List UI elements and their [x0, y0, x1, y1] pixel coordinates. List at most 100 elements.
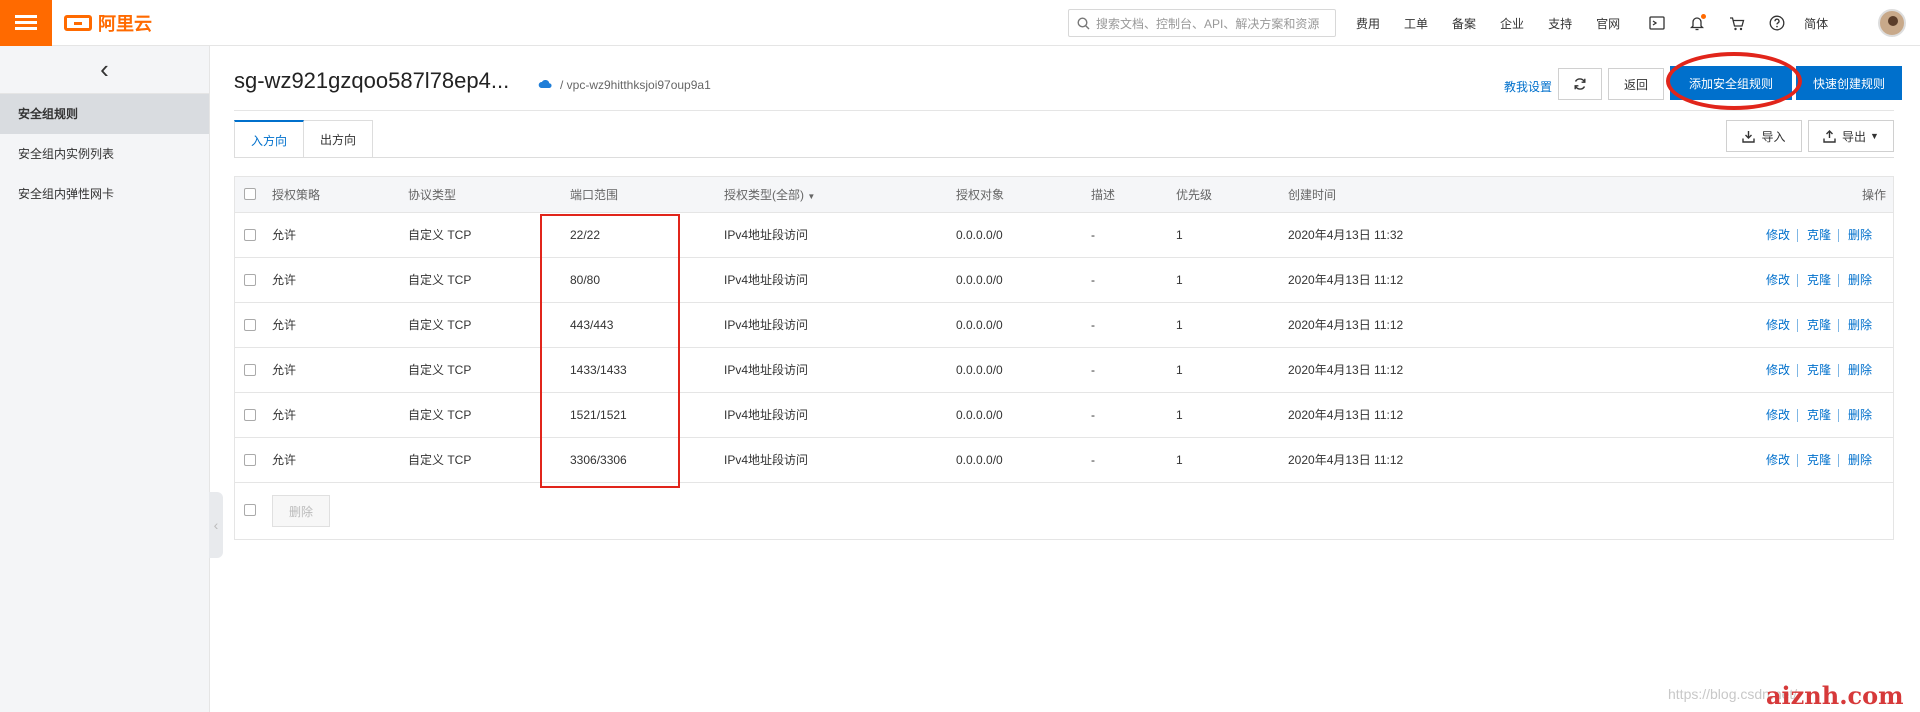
delete-rule-link[interactable]: 删除	[1848, 438, 1872, 483]
row-checkbox[interactable]	[244, 274, 256, 286]
action-separator	[1797, 319, 1798, 332]
aliyun-logo-icon	[64, 15, 92, 31]
row-checkbox[interactable]	[244, 319, 256, 331]
row-checkbox[interactable]	[244, 409, 256, 421]
action-separator	[1797, 454, 1798, 467]
sidebar-collapse-handle[interactable]: ‹	[209, 492, 223, 558]
language-switch[interactable]: 简体	[1804, 15, 1828, 32]
security-group-id: sg-wz921gzqoo587l78ep4...	[234, 68, 510, 93]
vpc-id[interactable]: / vpc-wz9hitthksjoi97oup9a1	[560, 78, 711, 92]
logo-text: 阿里云	[98, 14, 152, 34]
cell-created: 2020年4月13日 11:12	[1288, 273, 1404, 287]
aliyun-logo[interactable]: 阿里云	[64, 10, 152, 36]
row-checkbox[interactable]	[244, 454, 256, 466]
export-button[interactable]: 导出 ▼	[1808, 120, 1894, 152]
teach-setup-link[interactable]: 教我设置	[1504, 78, 1552, 95]
sidebar-item-sg-instances[interactable]: 安全组内实例列表	[0, 134, 209, 174]
row-checkbox[interactable]	[244, 364, 256, 376]
col-auth-object: 授权对象	[956, 188, 1005, 202]
row-checkbox[interactable]	[244, 229, 256, 241]
cell-policy: 允许	[272, 363, 297, 377]
cart-icon[interactable]	[1724, 10, 1750, 36]
cell-priority: 1	[1176, 318, 1183, 332]
col-port: 端口范围	[570, 188, 619, 202]
user-avatar[interactable]	[1878, 9, 1906, 37]
global-search-input[interactable]: 搜索文档、控制台、API、解决方案和资源	[1068, 9, 1336, 37]
back-button[interactable]: 返回	[1608, 68, 1664, 100]
cell-created: 2020年4月13日 11:12	[1288, 318, 1404, 332]
back-chevron-icon[interactable]: ‹	[0, 46, 209, 94]
table-row: 允许 自定义 TCP 22/22 IPv4地址段访问 0.0.0.0/0-1 2020年4…	[235, 213, 1893, 258]
top-bar: 阿里云 搜索文档、控制台、API、解决方案和资源 费用 工单 备案 企业 支持 …	[0, 0, 1920, 46]
sidebar-item-sg-eni[interactable]: 安全组内弹性网卡	[0, 174, 209, 214]
delete-rule-link[interactable]: 删除	[1848, 303, 1872, 348]
action-separator	[1838, 274, 1839, 287]
clone-rule-link[interactable]: 克隆	[1807, 348, 1831, 393]
nav-enterprise[interactable]: 企业	[1500, 15, 1524, 32]
tab-inbound[interactable]: 入方向	[234, 120, 305, 158]
quick-create-rule-button[interactable]: 快速创建规则	[1796, 66, 1902, 100]
tabs-underline	[234, 157, 1894, 158]
edit-rule-link[interactable]: 修改	[1766, 438, 1790, 483]
cell-policy: 允许	[272, 273, 297, 287]
nav-tickets[interactable]: 工单	[1404, 15, 1428, 32]
nav-icp[interactable]: 备案	[1452, 15, 1476, 32]
import-button[interactable]: 导入	[1726, 120, 1802, 152]
table-body: 允许 自定义 TCP 22/22 IPv4地址段访问 0.0.0.0/0-1 2020年4…	[235, 213, 1893, 483]
action-separator	[1838, 319, 1839, 332]
nav-support[interactable]: 支持	[1548, 15, 1572, 32]
cell-created: 2020年4月13日 11:12	[1288, 363, 1404, 377]
clone-rule-link[interactable]: 克隆	[1807, 438, 1831, 483]
cell-created: 2020年4月13日 11:12	[1288, 408, 1404, 422]
clone-rule-link[interactable]: 克隆	[1807, 213, 1831, 258]
annotation-ellipse	[1666, 52, 1802, 110]
cell-desc: -	[1091, 228, 1095, 242]
hamburger-menu-icon[interactable]	[0, 0, 52, 46]
cell-priority: 1	[1176, 453, 1183, 467]
nav-official-site[interactable]: 官网	[1596, 15, 1620, 32]
edit-rule-link[interactable]: 修改	[1766, 393, 1790, 438]
clone-rule-link[interactable]: 克隆	[1807, 258, 1831, 303]
refresh-button[interactable]	[1558, 68, 1602, 100]
sidebar-item-sg-rules[interactable]: 安全组规则	[0, 94, 209, 134]
table-header: 授权策略 协议类型 端口范围 授权类型(全部) ▼ 授权对象 描述 优先级 创建…	[235, 177, 1893, 213]
col-auth-type-filter[interactable]: 授权类型(全部) ▼	[724, 177, 815, 213]
cell-priority: 1	[1176, 408, 1183, 422]
select-all-checkbox[interactable]	[244, 188, 256, 200]
edit-rule-link[interactable]: 修改	[1766, 258, 1790, 303]
search-placeholder: 搜索文档、控制台、API、解决方案和资源	[1096, 16, 1320, 31]
delete-rule-link[interactable]: 删除	[1848, 258, 1872, 303]
cell-auth-type: IPv4地址段访问	[724, 318, 809, 332]
cell-protocol: 自定义 TCP	[408, 408, 472, 422]
footer-select-all-checkbox[interactable]	[244, 504, 256, 516]
help-icon[interactable]	[1764, 10, 1790, 36]
col-ops: 操作	[1862, 188, 1887, 202]
action-separator	[1797, 229, 1798, 242]
delete-rule-link[interactable]: 删除	[1848, 348, 1872, 393]
terminal-icon[interactable]	[1644, 10, 1670, 36]
edit-rule-link[interactable]: 修改	[1766, 213, 1790, 258]
search-icon	[1077, 16, 1090, 29]
cell-auth-type: IPv4地址段访问	[724, 273, 809, 287]
cell-auth-object: 0.0.0.0/0	[956, 318, 1003, 332]
edit-rule-link[interactable]: 修改	[1766, 303, 1790, 348]
vpc-cloud-icon	[538, 78, 552, 89]
cell-policy: 允许	[272, 453, 297, 467]
clone-rule-link[interactable]: 克隆	[1807, 303, 1831, 348]
nav-fees[interactable]: 费用	[1356, 15, 1380, 32]
watermark-site: aiznh.com	[1766, 681, 1904, 710]
export-icon	[1823, 129, 1836, 143]
cell-policy: 允许	[272, 228, 297, 242]
tab-outbound[interactable]: 出方向	[304, 120, 374, 158]
action-separator	[1797, 364, 1798, 377]
delete-rule-link[interactable]: 删除	[1848, 213, 1872, 258]
edit-rule-link[interactable]: 修改	[1766, 348, 1790, 393]
filter-caret-icon: ▼	[807, 192, 816, 201]
delete-rule-link[interactable]: 删除	[1848, 393, 1872, 438]
bulk-delete-button[interactable]: 删除	[272, 495, 330, 527]
clone-rule-link[interactable]: 克隆	[1807, 393, 1831, 438]
bell-icon[interactable]	[1684, 10, 1710, 36]
top-nav: 费用 工单 备案 企业 支持 官网 简体	[1356, 0, 1852, 46]
refresh-icon	[1574, 78, 1586, 90]
table-row: 允许 自定义 TCP 3306/3306 IPv4地址段访问 0.0.0.0/0-1 20…	[235, 438, 1893, 483]
